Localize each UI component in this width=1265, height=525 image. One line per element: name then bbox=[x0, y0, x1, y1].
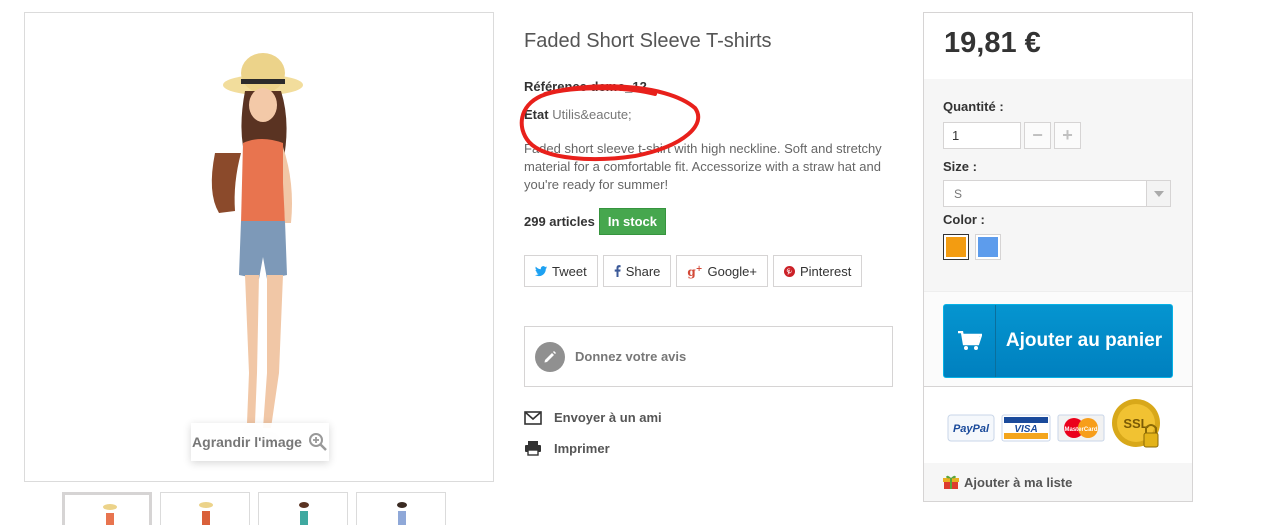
reference-label: Référence bbox=[524, 79, 587, 94]
send-to-friend-label: Envoyer à un ami bbox=[554, 410, 662, 425]
thumbnail-4[interactable] bbox=[356, 492, 446, 525]
product-reference: Référence demo_12 bbox=[524, 79, 647, 94]
thumbnail-1[interactable] bbox=[62, 492, 152, 525]
google-plus-icon: g+ bbox=[687, 263, 703, 279]
quantity-available: 299 articles bbox=[524, 214, 595, 229]
price-area: 19,81 € bbox=[924, 13, 1192, 79]
swatch-fill bbox=[978, 237, 998, 257]
condition-label: Etat bbox=[524, 107, 549, 122]
facebook-share-button[interactable]: Share bbox=[602, 255, 672, 287]
quantity-increase-button[interactable]: + bbox=[1054, 122, 1081, 149]
quantity-control: − + bbox=[943, 122, 1172, 149]
pencil-icon bbox=[535, 341, 565, 372]
product-description: Faded short sleeve t-shirt with high nec… bbox=[524, 141, 882, 192]
product-photo-model bbox=[211, 53, 303, 444]
product-title: Faded Short Sleeve T-shirts bbox=[524, 30, 772, 52]
tweet-label: Tweet bbox=[552, 263, 587, 279]
thumbnail-image bbox=[199, 502, 213, 525]
add-to-wishlist-link[interactable]: Ajouter à ma liste bbox=[924, 463, 1192, 501]
size-select[interactable]: S bbox=[943, 180, 1171, 207]
payment-logos: PayPal VISA MasterCard SSL bbox=[924, 386, 1192, 466]
svg-text:MasterCard: MasterCard bbox=[1064, 427, 1097, 433]
condition-value: Utilis&eacute; bbox=[552, 107, 632, 122]
pinterest-icon bbox=[784, 265, 795, 277]
thumbnail-3[interactable] bbox=[258, 492, 348, 525]
stock-status-badge: In stock bbox=[598, 208, 666, 235]
color-swatch-blue[interactable] bbox=[975, 234, 1001, 260]
availability: 299 articles In stock bbox=[524, 208, 666, 235]
pinterest-button[interactable]: Pinterest bbox=[773, 255, 863, 287]
twitter-icon bbox=[535, 265, 547, 276]
thumbnail-strip bbox=[62, 492, 446, 525]
svg-text:PayPal: PayPal bbox=[953, 423, 990, 435]
color-label: Color : bbox=[943, 212, 985, 227]
write-review-box[interactable]: Donnez votre avis bbox=[524, 326, 893, 387]
thumbnail-image bbox=[299, 502, 309, 525]
payment-logos-image: PayPal VISA MasterCard SSL bbox=[947, 399, 1160, 448]
send-to-friend-link[interactable]: Envoyer à un ami bbox=[524, 410, 662, 425]
zoom-image-button[interactable]: Agrandir l'image bbox=[191, 423, 329, 461]
svg-text:SSL: SSL bbox=[1123, 416, 1148, 431]
thumbnail-image bbox=[397, 502, 407, 525]
printer-icon bbox=[525, 441, 541, 456]
swatch-fill bbox=[946, 237, 966, 257]
attributes-area: Quantité : − + Size : S Color : bbox=[924, 79, 1192, 291]
quantity-decrease-button[interactable]: − bbox=[1024, 122, 1051, 149]
print-link[interactable]: Imprimer bbox=[524, 440, 610, 456]
cart-area: Ajouter au panier bbox=[924, 291, 1192, 386]
product-price: 19,81 € bbox=[944, 27, 1041, 59]
facebook-icon bbox=[614, 265, 621, 277]
google-plus-label: Google+ bbox=[707, 263, 757, 279]
chevron-down-icon bbox=[1146, 181, 1170, 206]
size-selected-value: S bbox=[954, 186, 963, 201]
shopping-cart-icon bbox=[944, 305, 996, 377]
thumbnail-2[interactable] bbox=[160, 492, 250, 525]
tweet-button[interactable]: Tweet bbox=[524, 255, 598, 287]
wishlist-label: Ajouter à ma liste bbox=[964, 474, 1073, 490]
gift-icon bbox=[943, 475, 959, 489]
print-label: Imprimer bbox=[554, 440, 610, 456]
svg-text:VISA: VISA bbox=[1014, 424, 1037, 435]
share-label: Share bbox=[625, 263, 661, 279]
magnifier-plus-icon bbox=[308, 433, 327, 451]
product-condition: Etat Utilis&eacute; bbox=[524, 107, 632, 122]
color-swatch-orange[interactable] bbox=[943, 234, 969, 260]
quantity-label: Quantité : bbox=[943, 99, 1004, 114]
zoom-label: Agrandir l'image bbox=[192, 434, 302, 450]
social-share-bar: Tweet Share g+ Google+ Pinterest bbox=[524, 255, 863, 287]
color-swatches bbox=[943, 234, 1172, 260]
product-main-image[interactable]: Agrandir l'image bbox=[24, 12, 494, 482]
reference-value: demo_12 bbox=[590, 79, 647, 94]
quantity-input[interactable] bbox=[943, 122, 1021, 149]
write-review-label: Donnez votre avis bbox=[575, 349, 687, 364]
size-label: Size : bbox=[943, 159, 977, 174]
minus-icon: − bbox=[1032, 125, 1043, 145]
add-to-cart-button[interactable]: Ajouter au panier bbox=[943, 304, 1173, 378]
thumbnail-image bbox=[103, 504, 117, 525]
add-to-cart-label: Ajouter au panier bbox=[1005, 330, 1163, 351]
envelope-icon bbox=[524, 410, 542, 425]
buy-box: 19,81 € Quantité : − + Size : S Color : … bbox=[923, 12, 1193, 502]
pinterest-label: Pinterest bbox=[800, 263, 852, 279]
plus-icon: + bbox=[1062, 125, 1073, 145]
google-plus-button[interactable]: g+ Google+ bbox=[676, 255, 768, 287]
